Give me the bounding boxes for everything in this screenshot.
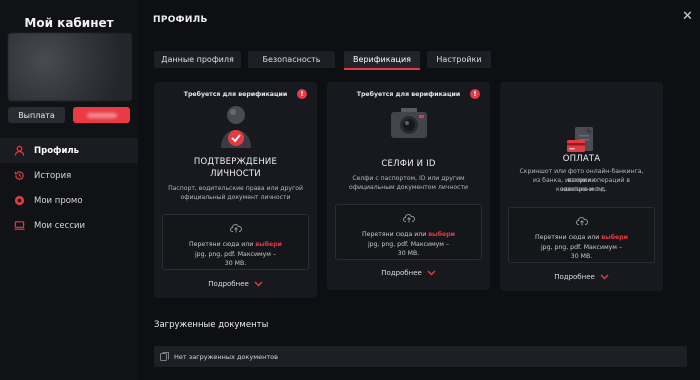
dropzone-size: 30 МВ. — [224, 260, 247, 267]
dropzone-hint: Перетяни сюда или — [535, 234, 602, 241]
sidebar-title: Мой кабинет — [24, 16, 114, 30]
upload-dropzone[interactable]: Перетяни сюда или выбери jpg, png, pdf. … — [162, 214, 309, 270]
card-description-line2: официальный документ личности — [180, 194, 291, 201]
tab-settings[interactable]: Настройки — [427, 51, 491, 68]
more-label: Подробнее — [381, 269, 422, 277]
payment-document-icon — [500, 126, 663, 156]
close-icon[interactable]: ✕ — [682, 10, 693, 23]
sidebar-nav: Профиль История Мои промо Мои сессии — [0, 138, 138, 238]
avatar — [8, 33, 132, 101]
document-icon — [160, 352, 169, 361]
sidebar: Мой кабинет Выплата Профиль История Мои … — [0, 0, 138, 380]
dropzone-size: 30 МВ. — [570, 253, 593, 260]
dropzone-hint: Перетяни сюда или — [362, 231, 429, 238]
more-button[interactable]: Подробнее — [327, 269, 490, 277]
card-description-line3: кошельке и т.д. — [555, 186, 608, 193]
user-icon — [14, 145, 25, 156]
verification-card-payment: ОПЛАТА Скриншот или фото онлайн-банкинга… — [500, 82, 663, 291]
more-label: Подробнее — [208, 280, 249, 288]
upload-dropzone[interactable]: Перетяни сюда или выбери jpg, png, pdf. … — [335, 204, 482, 260]
promo-icon — [14, 195, 25, 206]
tab-profile-data[interactable]: Данные профиля — [154, 51, 241, 68]
main-panel: ПРОФИЛЬ ✕ Данные профиля Безопасность Ве… — [138, 0, 700, 380]
dropzone-text: Перетяни сюда или выбери jpg, png, pdf. … — [342, 230, 475, 259]
chevron-down-icon — [600, 274, 609, 280]
sidebar-item-history[interactable]: История — [0, 163, 138, 188]
warning-icon: ! — [297, 89, 307, 99]
dropzone-size: 30 МВ. — [397, 250, 420, 257]
upload-dropzone[interactable]: Перетяни сюда или выбери jpg, png, pdf. … — [508, 207, 655, 263]
upload-cloud-icon — [336, 213, 481, 223]
camera-icon — [327, 106, 490, 140]
dropzone-formats: jpg, png, pdf. Максимум – — [540, 243, 623, 251]
card-description-line2: официальным документом личности — [349, 184, 468, 191]
active-tab-indicator — [344, 68, 420, 70]
card-title-line1: ОПЛАТА — [562, 154, 601, 164]
choose-file-link[interactable]: выбери — [255, 241, 282, 248]
sidebar-item-profile[interactable]: Профиль — [0, 138, 138, 163]
dropzone-text: Перетяни сюда или выбери jpg, png, pdf. … — [515, 233, 648, 262]
warning-icon: ! — [470, 89, 480, 99]
sessions-icon — [14, 221, 25, 230]
sidebar-item-label: Профиль — [34, 145, 80, 156]
sidebar-item-sessions[interactable]: Мои сессии — [0, 213, 138, 238]
dropzone-formats: jpg, png, pdf. Максимум – — [367, 240, 450, 248]
payout-button[interactable]: Выплата — [8, 107, 65, 123]
tab-verification[interactable]: Верификация — [344, 51, 420, 68]
card-title-line2: ЛИЧНОСТИ — [210, 169, 261, 179]
more-label: Подробнее — [554, 273, 595, 281]
chevron-down-icon — [427, 270, 436, 276]
required-label: Требуется для верификации — [183, 91, 288, 98]
dropzone-hint: Перетяни сюда или — [189, 241, 256, 248]
card-description-line1: Селфи с паспортом, ID или другим — [352, 175, 465, 182]
page-title: ПРОФИЛЬ — [153, 15, 208, 25]
required-label: Требуется для верификации — [356, 91, 461, 98]
choose-file-link[interactable]: выбери — [601, 234, 628, 241]
deposit-button[interactable] — [73, 107, 130, 123]
person-avatar-icon — [154, 104, 317, 150]
sidebar-item-promo[interactable]: Мои промо — [0, 188, 138, 213]
upload-cloud-icon — [509, 216, 654, 226]
tab-security[interactable]: Безопасность — [248, 51, 335, 68]
card-description-line1: Паспорт, водительские права или другой — [168, 185, 303, 192]
verification-card-selfie: Требуется для верификации ! СЕЛФИ И ID С… — [327, 82, 490, 290]
card-title-line1: ПОДТВЕРЖДЕНИЕ — [193, 157, 278, 167]
empty-documents-text: Нет загруженных документов — [174, 352, 278, 361]
blurred-label — [86, 112, 117, 118]
more-button[interactable]: Подробнее — [500, 273, 663, 281]
sidebar-item-label: Мои промо — [34, 195, 83, 206]
chevron-down-icon — [254, 281, 263, 287]
upload-cloud-icon — [163, 223, 308, 233]
uploaded-documents-empty: Нет загруженных документов — [154, 346, 687, 367]
more-button[interactable]: Подробнее — [154, 280, 317, 288]
history-icon — [14, 171, 24, 180]
verification-card-identity: Требуется для верификации ! ПОДТВЕРЖДЕНИ… — [154, 82, 317, 298]
dropzone-formats: jpg, png, pdf. Максимум – — [194, 250, 277, 258]
card-title-line1: СЕЛФИ И ID — [381, 159, 436, 169]
choose-file-link[interactable]: выбери — [428, 231, 455, 238]
sidebar-item-label: История — [34, 170, 72, 181]
uploaded-documents-title: Загруженные документы — [154, 320, 269, 330]
sidebar-item-label: Мои сессии — [34, 220, 86, 231]
dropzone-text: Перетяни сюда или выбери jpg, png, pdf. … — [169, 240, 302, 269]
